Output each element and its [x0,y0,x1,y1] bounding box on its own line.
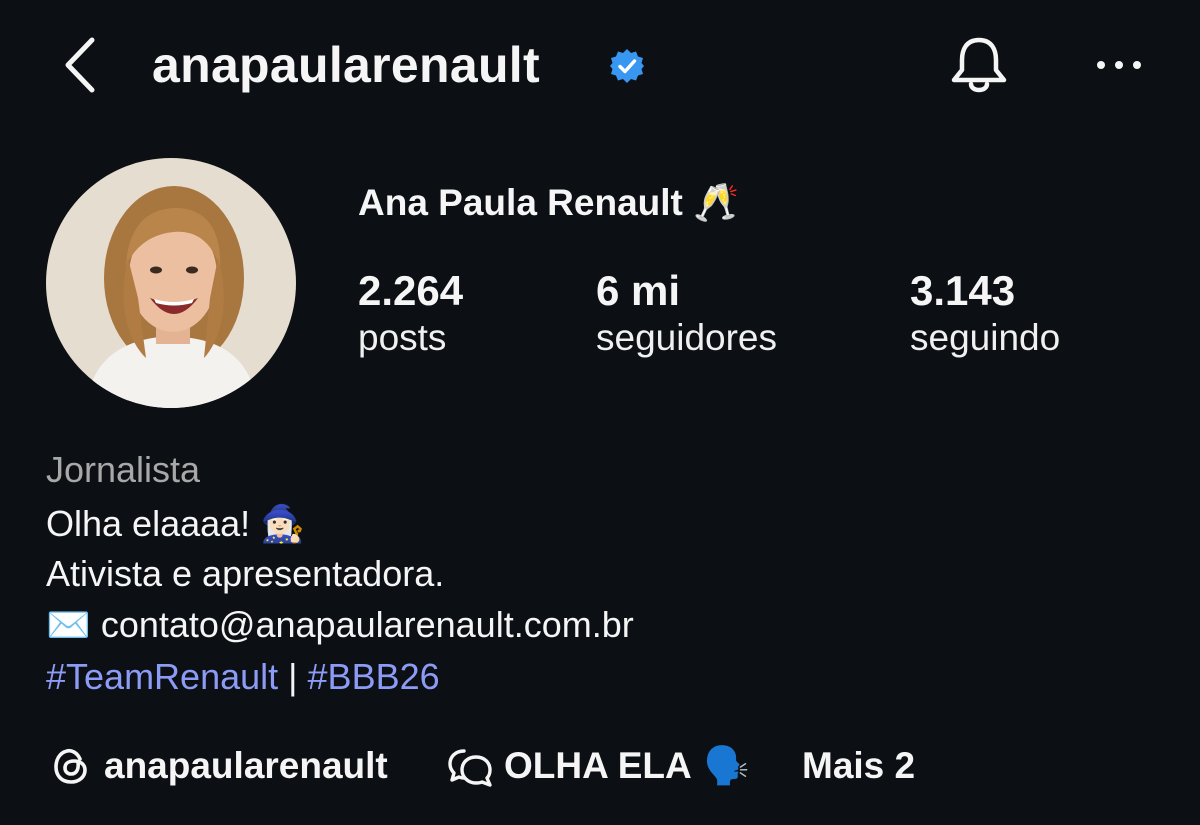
bio-hashtags: #TeamRenault | #BBB26 [46,655,440,699]
champagne-emoji: 🥂 [693,182,740,223]
more-links-button[interactable]: Mais 2 [802,740,915,792]
threads-profile-link[interactable]: anapaularenault [48,740,388,792]
more-horizontal-icon [1097,61,1141,69]
bio-line-1: Olha elaaaa! 🧙🏻‍♀️ [46,502,305,546]
profile-username: anapaularenault [152,37,540,93]
speaking-head-emoji: 🗣️ [703,744,750,786]
posts-label: posts [358,317,447,358]
broadcast-channel-link[interactable]: OLHA ELA 🗣️ [446,740,750,792]
profile-avatar[interactable] [46,158,296,408]
posts-count: 2.264 [358,267,464,314]
channel-chat-icon [448,749,492,787]
stat-followers[interactable]: 6 mi seguidores [596,266,777,360]
stat-following[interactable]: 3.143 seguindo [910,266,1060,360]
bio-line-1-text: Olha elaaaa! [46,503,251,544]
threads-handle: anapaularenault [104,745,388,786]
profile-display-name: Ana Paula Renault 🥂 [358,180,739,226]
chevron-left-icon [65,37,95,93]
envelope-emoji: ✉️ [46,604,91,645]
bio-line-2: Ativista e apresentadora. [46,553,445,594]
hashtag-teamrenault[interactable]: #TeamRenault [46,656,278,697]
more-options-button[interactable] [1092,50,1146,80]
stat-posts[interactable]: 2.264 posts [358,266,463,360]
email-text[interactable]: contato@anapaularenault.com.br [101,604,634,645]
mage-emoji: 🧙🏻‍♀️ [260,503,305,544]
notifications-button[interactable] [946,34,1012,98]
followers-label: seguidores [596,317,778,358]
channel-name: OLHA ELA [504,745,692,786]
followers-count: 6 mi [596,267,681,314]
bell-icon [951,37,1007,93]
hashtag-separator: | [288,656,298,697]
hashtag-bbb26[interactable]: #BBB26 [308,656,440,697]
bio-category: Jornalista [46,449,201,490]
following-label: seguindo [910,317,1061,358]
verified-badge-icon [609,48,645,84]
display-name-text: Ana Paula Renault [358,182,683,223]
bio-email: ✉️ contato@anapaularenault.com.br [46,603,634,647]
back-button[interactable] [58,34,108,96]
threads-icon [54,748,87,784]
following-count: 3.143 [910,267,1016,314]
